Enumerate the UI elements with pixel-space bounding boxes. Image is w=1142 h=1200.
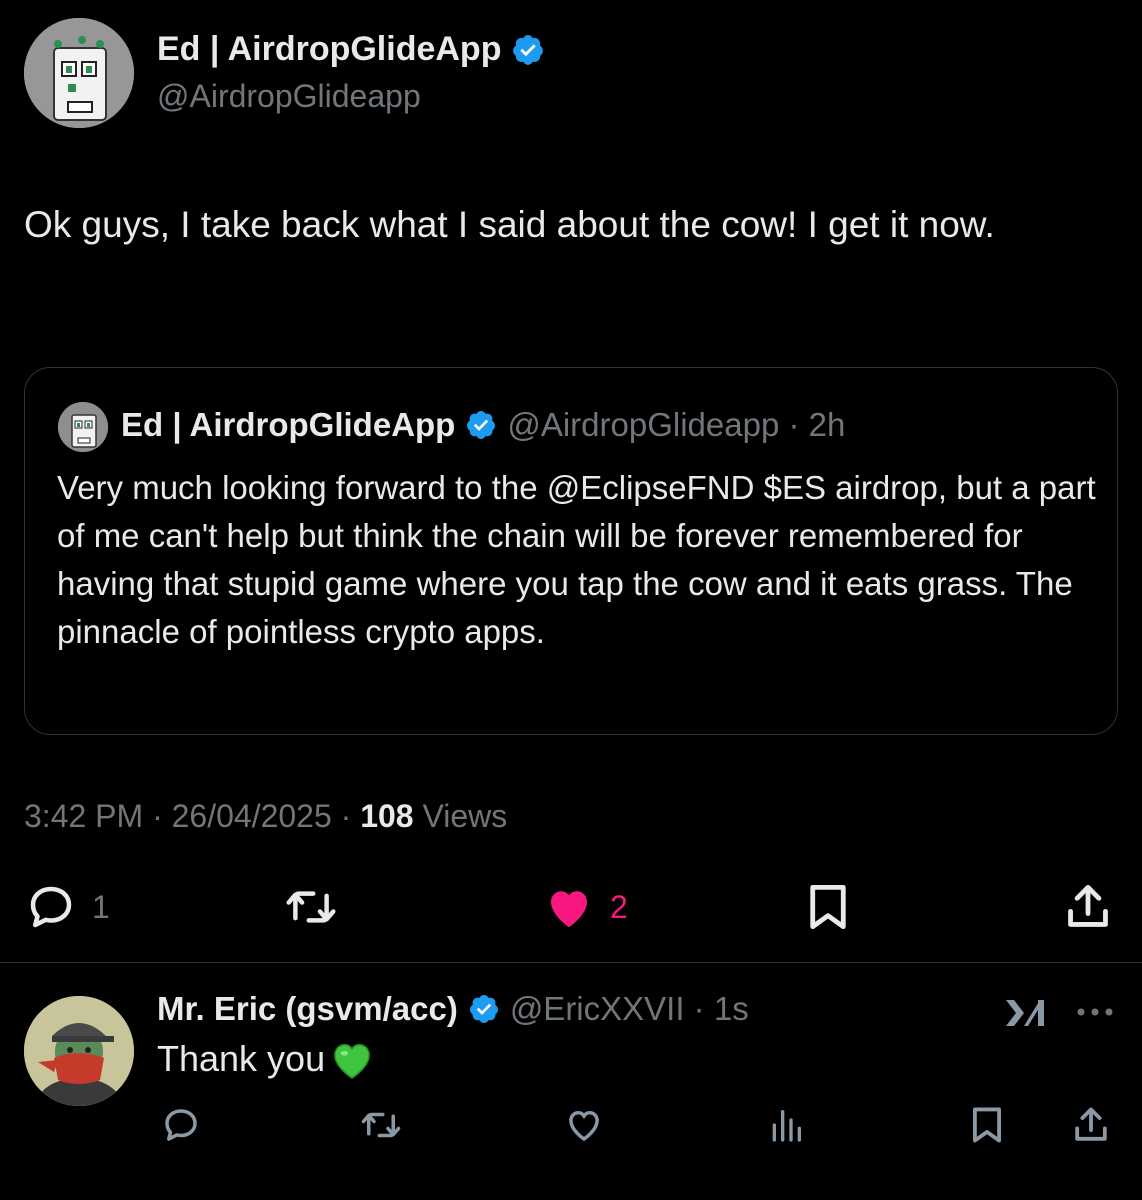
- quote-author-name[interactable]: Ed | AirdropGlideApp: [121, 406, 455, 444]
- separator: ·: [340, 798, 361, 834]
- reply-icon: [160, 1104, 202, 1146]
- reply-icon: [24, 880, 78, 934]
- verified-badge-icon: [465, 409, 497, 441]
- reply-age: 1s: [713, 990, 749, 1027]
- post-time: 3:42 PM: [24, 798, 144, 834]
- separator: ·: [779, 406, 809, 443]
- reply-text-body: Thank you: [157, 1038, 326, 1079]
- heart-icon: [563, 1104, 605, 1146]
- quoted-post[interactable]: Ed | AirdropGlideApp @AirdropGlideapp · …: [24, 367, 1118, 735]
- reply-text: Thank you: [157, 1038, 375, 1080]
- author-avatar[interactable]: [24, 18, 134, 128]
- reply-header: Mr. Eric (gsvm/acc) @EricXXVII · 1s: [157, 990, 749, 1028]
- divider: [0, 962, 1142, 963]
- green-heart-icon: [329, 1038, 375, 1080]
- quote-text: Very much looking forward to the @Eclips…: [57, 469, 1096, 650]
- reply-author-handle[interactable]: @EricXXVII: [510, 990, 685, 1027]
- reply-like-button[interactable]: [563, 1104, 605, 1146]
- quote-header: Ed | AirdropGlideApp @AirdropGlideapp · …: [121, 406, 845, 444]
- bookmark-icon: [968, 1104, 1006, 1146]
- post-date: 26/04/2025: [171, 798, 332, 834]
- reply-count: 1: [92, 888, 110, 925]
- share-icon: [1064, 880, 1112, 934]
- reply-retweet-button[interactable]: [358, 1104, 404, 1146]
- verified-badge-icon: [511, 33, 545, 67]
- author-handle[interactable]: @AirdropGlideapp: [157, 78, 421, 115]
- post-text: Ok guys, I take back what I said about t…: [24, 204, 995, 245]
- post-meta: 3:42 PM · 26/04/2025 · 108 Views: [24, 798, 507, 835]
- reply-button[interactable]: 1: [24, 880, 110, 934]
- retweet-button[interactable]: [282, 880, 340, 934]
- views-icon: [766, 1104, 806, 1146]
- separator: ·: [152, 798, 172, 834]
- author-name[interactable]: Ed | AirdropGlideApp: [157, 30, 545, 69]
- bookmark-icon: [804, 880, 852, 934]
- more-icon[interactable]: [1073, 1000, 1117, 1024]
- retweet-icon: [282, 880, 340, 934]
- reply-views-button[interactable]: [766, 1104, 806, 1146]
- separator: ·: [684, 990, 714, 1027]
- reply-reply-button[interactable]: [160, 1104, 202, 1146]
- reply-share-button[interactable]: [1072, 1104, 1110, 1146]
- quote-age: 2h: [808, 406, 846, 443]
- verified-badge-icon: [468, 993, 500, 1025]
- quote-author-avatar[interactable]: [58, 402, 108, 452]
- heart-icon: [542, 880, 596, 934]
- views-count[interactable]: 108: [360, 798, 413, 834]
- reply-author-avatar[interactable]: [24, 996, 134, 1106]
- views-label: Views: [422, 798, 508, 834]
- grok-icon[interactable]: [1000, 988, 1050, 1038]
- share-button[interactable]: [1064, 880, 1112, 934]
- author-name-text[interactable]: Ed | AirdropGlideApp: [157, 30, 501, 69]
- reply-author-name[interactable]: Mr. Eric (gsvm/acc): [157, 990, 458, 1028]
- bookmark-button[interactable]: [804, 880, 852, 934]
- reply-bookmark-button[interactable]: [968, 1104, 1006, 1146]
- like-count: 2: [610, 888, 628, 925]
- share-icon: [1072, 1104, 1110, 1146]
- like-button[interactable]: 2: [542, 880, 628, 934]
- retweet-icon: [358, 1104, 404, 1146]
- quote-author-handle[interactable]: @AirdropGlideapp: [507, 406, 779, 443]
